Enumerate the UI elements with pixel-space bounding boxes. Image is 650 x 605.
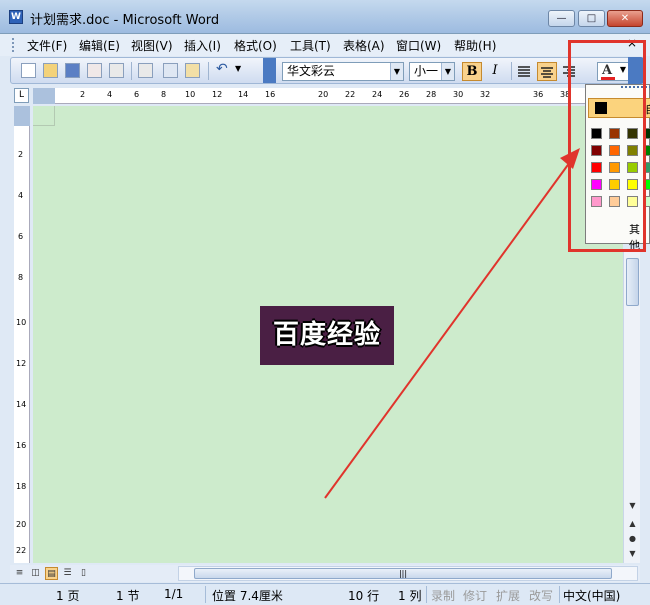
annotation-arrow	[324, 148, 580, 499]
status-page: 1 页	[56, 589, 80, 603]
status-record-macro[interactable]: 录制	[431, 587, 455, 604]
status-separator	[205, 586, 206, 603]
status-section: 1 节	[116, 589, 140, 603]
status-bar: 1 页 1 节 1/1 位置 7.4厘米 10 行 1 列 录制 修订 扩展 改…	[0, 583, 650, 605]
print-layout-view-icon[interactable]: ▤	[45, 567, 58, 580]
status-line: 10 行	[348, 589, 380, 603]
status-overtype[interactable]: 改写	[529, 587, 553, 604]
status-separator	[426, 586, 427, 603]
status-extend[interactable]: 扩展	[496, 587, 520, 604]
status-position: 位置 7.4厘米	[212, 589, 283, 603]
horizontal-scrollbar[interactable]: |||	[178, 566, 638, 581]
normal-view-icon[interactable]: ≡	[13, 567, 26, 580]
status-language[interactable]: 中文(中国)	[563, 587, 620, 604]
status-separator	[559, 586, 560, 603]
horizontal-scroll-thumb[interactable]: |||	[194, 568, 612, 579]
horizontal-scroll-row: ≡ ◫ ▤ ☰ ▯ |||	[10, 565, 640, 582]
status-column: 1 列	[398, 589, 422, 603]
web-layout-view-icon[interactable]: ◫	[29, 567, 42, 580]
outline-view-icon[interactable]: ☰	[61, 567, 74, 580]
status-track-changes[interactable]: 修订	[463, 587, 487, 604]
reading-layout-view-icon[interactable]: ▯	[77, 567, 90, 580]
status-page-of: 1/1	[164, 587, 184, 601]
